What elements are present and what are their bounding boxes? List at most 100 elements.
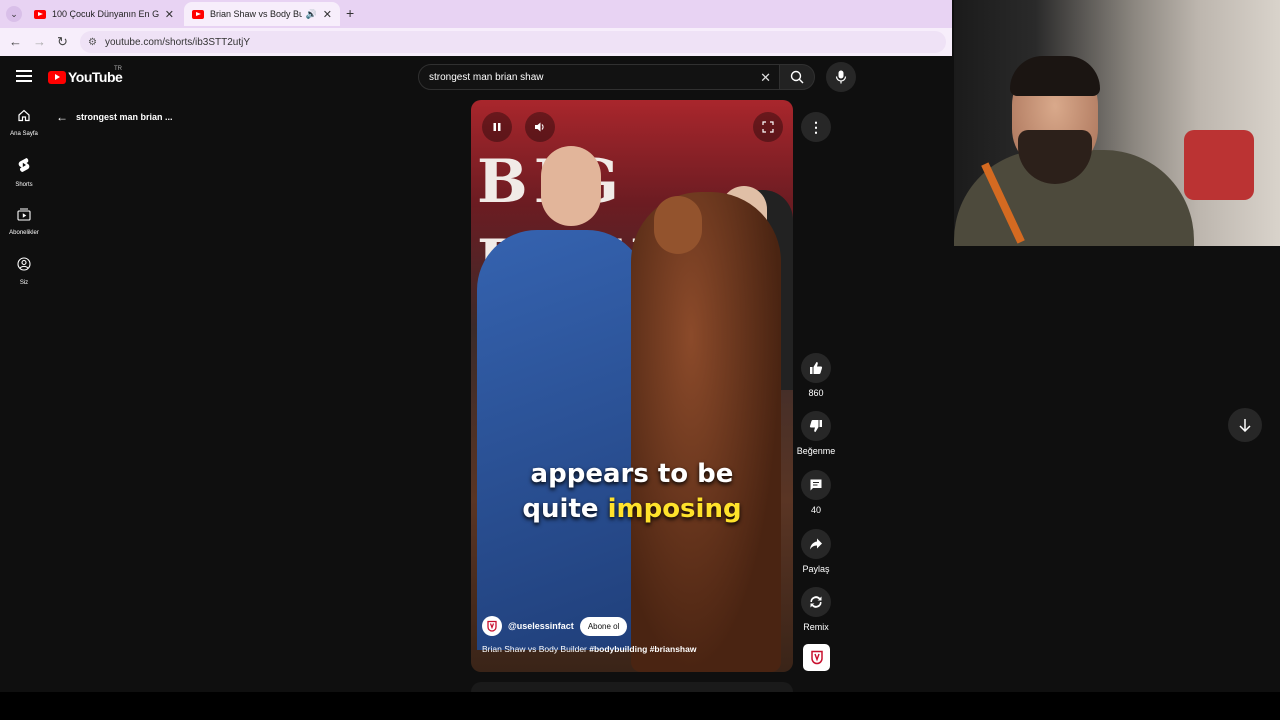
sidebar-item-home[interactable]: Ana Sayfa xyxy=(0,108,48,137)
search-button[interactable] xyxy=(779,64,815,90)
tab-search-icon[interactable]: ⌄ xyxy=(6,6,22,22)
back-icon[interactable]: ← xyxy=(9,34,22,49)
video-figure xyxy=(541,146,601,226)
remix-circle[interactable] xyxy=(801,587,831,617)
share-button[interactable]: Paylaş xyxy=(796,529,836,574)
search-value: strongest man brian shaw xyxy=(429,71,544,83)
sidebar-item-label: Ana Sayfa xyxy=(10,131,38,137)
thumbs-down-icon xyxy=(809,420,822,432)
video-figure xyxy=(477,230,647,650)
back-arrow-icon[interactable]: ← xyxy=(56,110,68,124)
video-description[interactable]: Brian Shaw vs Body Builder #bodybuilding… xyxy=(482,644,696,654)
next-video-preview[interactable] xyxy=(471,682,793,692)
comment-count: 40 xyxy=(810,505,821,515)
home-icon xyxy=(18,109,30,122)
pause-button[interactable] xyxy=(482,112,512,142)
caption-line-1: appears to be xyxy=(530,459,734,489)
like-button[interactable]: 860 xyxy=(796,353,836,398)
caption-line-2-text: quite xyxy=(522,494,608,524)
tab-title: 100 Çocuk Dünyanın En Güçlü xyxy=(52,9,159,19)
channel-logo-icon xyxy=(810,650,823,664)
search-icon xyxy=(790,70,804,84)
back-title: strongest man brian ... xyxy=(76,112,173,122)
close-tab-icon[interactable]: ✕ xyxy=(165,8,174,21)
dislike-button[interactable]: Beğenme xyxy=(796,411,836,456)
forward-icon[interactable]: → xyxy=(33,34,46,49)
subscriptions-icon xyxy=(17,208,31,221)
sidebar-item-you[interactable]: Siz xyxy=(0,257,48,286)
url-field[interactable]: ⚙ youtube.com/shorts/ib3STT2utjY xyxy=(80,31,946,53)
sidebar-item-label: Abonelikler xyxy=(9,230,39,236)
sidebar-item-subscriptions[interactable]: Abonelikler xyxy=(0,207,48,236)
caption-line-2: quite imposing xyxy=(471,492,793,527)
search-input[interactable]: strongest man brian shaw ✕ xyxy=(418,64,780,90)
new-tab-icon[interactable]: + xyxy=(346,5,354,21)
tab-2[interactable]: Brian Shaw vs Body Builder 🔊 ✕ xyxy=(184,2,340,26)
channel-logo-icon xyxy=(487,620,497,632)
tab-1[interactable]: 100 Çocuk Dünyanın En Güçlü ✕ xyxy=(26,2,182,26)
dislike-circle[interactable] xyxy=(801,411,831,441)
back-to-results[interactable]: ← strongest man brian ... xyxy=(56,110,173,124)
webcam-overlay xyxy=(954,0,1280,246)
url-text: youtube.com/shorts/ib3STT2utjY xyxy=(104,36,251,48)
webcam-person-hair xyxy=(1010,56,1100,96)
video-figure xyxy=(631,192,781,672)
sidebar-item-shorts[interactable]: Shorts xyxy=(0,157,48,188)
fullscreen-icon xyxy=(762,121,774,133)
site-info-icon[interactable]: ⚙ xyxy=(88,37,97,48)
sidebar-item-label: Shorts xyxy=(15,182,33,188)
channel-name[interactable]: @uselessinfact xyxy=(508,621,574,631)
description-text: Brian Shaw vs Body Builder xyxy=(482,644,590,654)
clear-search-icon[interactable]: ✕ xyxy=(760,70,771,86)
shorts-icon xyxy=(18,158,30,172)
bottom-bar xyxy=(0,692,1280,720)
like-count: 860 xyxy=(808,388,824,398)
pause-icon xyxy=(493,123,501,131)
browser-tab-bar: ⌄ 100 Çocuk Dünyanın En Güçlü ✕ Brian Sh… xyxy=(0,0,952,28)
close-tab-icon[interactable]: ✕ xyxy=(323,8,332,21)
subscribe-button[interactable]: Abone ol xyxy=(579,616,628,636)
youtube-favicon-icon xyxy=(192,9,204,19)
share-icon xyxy=(810,538,822,550)
youtube-page: YouTube TR strongest man brian shaw ✕ An… xyxy=(0,58,952,720)
share-circle[interactable] xyxy=(801,529,831,559)
more-options-button[interactable]: ⋮ xyxy=(801,112,831,142)
next-short-button[interactable] xyxy=(1228,408,1262,442)
share-label: Paylaş xyxy=(802,564,830,574)
tab-title: Brian Shaw vs Body Builder xyxy=(210,9,302,19)
region-code: TR xyxy=(114,66,122,72)
shorts-video-player[interactable]: BIG DINI appears to be quite imposing xyxy=(471,100,793,672)
sidebar-item-label: Siz xyxy=(19,280,29,286)
you-icon xyxy=(17,257,31,271)
comment-icon xyxy=(810,479,822,491)
thumbs-up-icon xyxy=(810,362,823,374)
menu-icon[interactable] xyxy=(16,70,32,82)
youtube-logo-icon xyxy=(48,70,66,84)
description-hashtags[interactable]: #bodybuilding #brianshaw xyxy=(589,644,696,654)
reload-icon[interactable]: ↻ xyxy=(57,34,68,50)
channel-avatar[interactable] xyxy=(482,616,502,636)
microphone-icon xyxy=(835,70,847,84)
remix-button[interactable]: Remix xyxy=(796,587,836,632)
audio-source-thumbnail[interactable] xyxy=(803,644,830,671)
caption-highlight: imposing xyxy=(607,494,742,524)
voice-search-button[interactable] xyxy=(826,62,856,92)
channel-row: @uselessinfact Abone ol xyxy=(482,616,628,636)
youtube-favicon-icon xyxy=(34,9,46,19)
comments-circle[interactable] xyxy=(801,470,831,500)
video-caption: appears to be quite imposing xyxy=(471,457,793,527)
video-figure xyxy=(654,196,702,254)
audio-playing-icon[interactable]: 🔊 xyxy=(306,9,317,20)
fullscreen-button[interactable] xyxy=(753,112,783,142)
dislike-label: Beğenme xyxy=(796,446,836,456)
remix-label: Remix xyxy=(803,622,829,632)
like-circle[interactable] xyxy=(801,353,831,383)
volume-button[interactable] xyxy=(525,112,555,142)
remix-icon xyxy=(810,596,822,608)
comments-button[interactable]: 40 xyxy=(796,470,836,515)
screen: ⌄ 100 Çocuk Dünyanın En Güçlü ✕ Brian Sh… xyxy=(0,0,1280,720)
webcam-background-object xyxy=(1184,130,1254,200)
volume-icon xyxy=(535,122,544,132)
page-background xyxy=(952,246,1280,720)
youtube-logo[interactable]: YouTube TR xyxy=(48,66,123,85)
